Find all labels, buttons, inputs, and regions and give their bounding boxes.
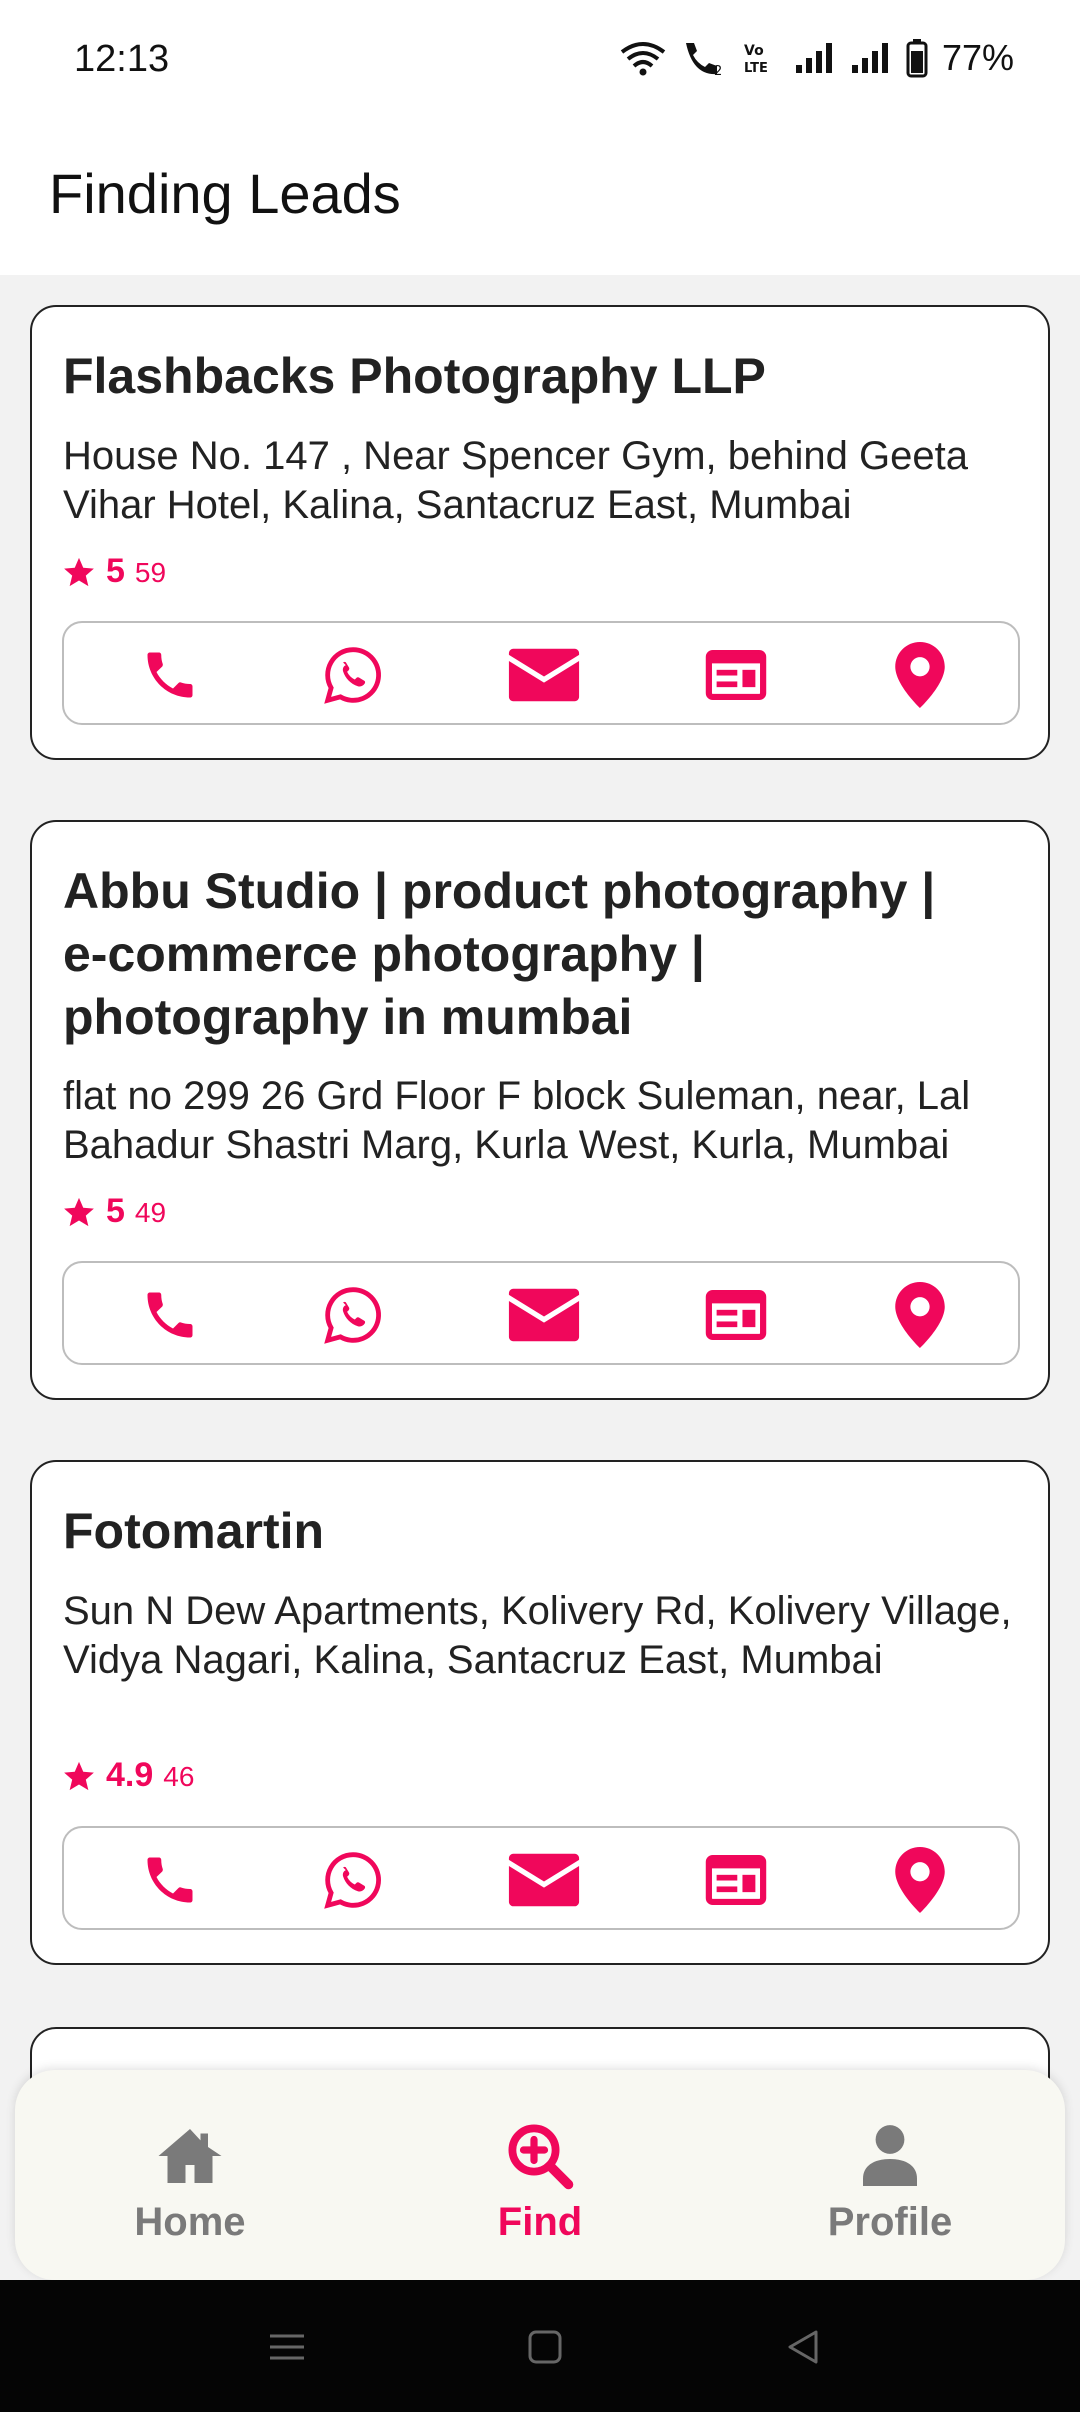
lead-actions <box>62 621 1020 725</box>
location-icon <box>895 642 945 708</box>
whatsapp-button[interactable] <box>319 1846 387 1914</box>
lead-rating: 5 59 <box>62 552 166 591</box>
call-button[interactable] <box>136 1281 204 1349</box>
nav-profile[interactable]: Profile <box>770 2120 1010 2260</box>
lead-rating: 4.9 46 <box>62 1756 194 1795</box>
lead-name: Flashbacks Photography LLP <box>63 348 766 404</box>
website-button[interactable] <box>702 1846 770 1914</box>
review-count: 49 <box>134 1197 167 1228</box>
bottom-navigation: Home Find Profile <box>15 2070 1065 2280</box>
user-icon <box>863 2125 917 2186</box>
location-button[interactable] <box>886 641 954 709</box>
email-icon <box>508 1288 580 1342</box>
home-icon <box>158 2129 222 2183</box>
location-button[interactable] <box>886 1846 954 1914</box>
star-icon <box>64 1761 94 1790</box>
battery-icon <box>906 39 928 78</box>
lead-address: House No. 147 , Near Spencer Gym, behind… <box>63 434 968 527</box>
phone-icon <box>147 1857 193 1903</box>
email-button[interactable] <box>506 1846 582 1914</box>
search-plus-icon <box>508 2124 574 2190</box>
lead-card[interactable]: Flashbacks Photography LLP House No. 147… <box>30 305 1050 760</box>
status-bar: 12:13 2 Vo LTE 77% <box>0 0 1080 125</box>
website-button[interactable] <box>702 641 770 709</box>
email-icon <box>508 648 580 702</box>
location-button[interactable] <box>886 1281 954 1349</box>
lead-name: Fotomartin <box>63 1503 325 1559</box>
lead-actions <box>62 1261 1020 1365</box>
whatsapp-button[interactable] <box>319 641 387 709</box>
whatsapp-icon <box>324 1852 381 1909</box>
email-button[interactable] <box>506 1281 582 1349</box>
phone-icon <box>147 1292 193 1338</box>
nav-home[interactable]: Home <box>70 2120 310 2260</box>
star-icon <box>64 1197 94 1226</box>
nav-profile-label: Profile <box>827 2200 953 2244</box>
lead-address: flat no 299 26 Grd Floor F block Suleman… <box>63 1074 971 1167</box>
call-button[interactable] <box>136 641 204 709</box>
signal-2-icon <box>851 43 888 73</box>
rating-value: 5 <box>106 1192 125 1230</box>
app-bar: Finding Leads <box>0 125 1080 275</box>
nav-home-label: Home <box>134 2200 246 2244</box>
review-count: 59 <box>134 557 167 588</box>
review-count: 46 <box>163 1761 195 1792</box>
status-icons: 2 Vo LTE 77% <box>620 36 1014 80</box>
email-button[interactable] <box>506 641 582 709</box>
whatsapp-button[interactable] <box>319 1281 387 1349</box>
website-icon <box>705 649 767 701</box>
battery-level: 77% <box>941 37 1014 78</box>
back-icon[interactable] <box>778 2322 828 2372</box>
wifi-calling-icon: 2 <box>685 43 722 77</box>
phone-icon <box>147 652 193 698</box>
menu-icon[interactable] <box>262 2322 312 2372</box>
nav-find-label: Find <box>497 2200 583 2244</box>
nav-find[interactable]: Find <box>420 2120 660 2260</box>
rating-value: 4.9 <box>106 1756 154 1794</box>
lead-card[interactable]: Abbu Studio | product photography | e-co… <box>30 820 1050 1400</box>
call-button[interactable] <box>136 1846 204 1914</box>
lead-actions <box>62 1826 1020 1930</box>
svg-text:2: 2 <box>714 64 722 77</box>
location-icon <box>895 1847 945 1913</box>
email-icon <box>508 1853 580 1907</box>
star-icon <box>64 557 94 586</box>
home-button-icon[interactable] <box>520 2322 570 2372</box>
volte-icon: Vo LTE <box>744 43 768 76</box>
website-icon <box>705 1854 767 1906</box>
lead-name: Abbu Studio | product photography | e-co… <box>63 863 936 1045</box>
lead-rating: 5 49 <box>62 1192 166 1231</box>
svg-text:LTE: LTE <box>744 61 768 76</box>
page-title: Finding Leads <box>49 162 401 225</box>
signal-1-icon <box>795 43 832 73</box>
system-navigation-bar <box>0 2280 1080 2412</box>
leads-list[interactable]: Flashbacks Photography LLP House No. 147… <box>0 275 1080 2085</box>
rating-value: 5 <box>106 552 125 590</box>
lead-address: Sun N Dew Apartments, Kolivery Rd, Koliv… <box>63 1589 1012 1682</box>
location-icon <box>895 1282 945 1348</box>
website-icon <box>705 1289 767 1341</box>
wifi-icon <box>620 42 666 76</box>
svg-text:Vo: Vo <box>744 43 764 59</box>
website-button[interactable] <box>702 1281 770 1349</box>
status-time: 12:13 <box>74 38 170 80</box>
whatsapp-icon <box>324 1287 381 1344</box>
lead-card[interactable]: Fotomartin Sun N Dew Apartments, Koliver… <box>30 1460 1050 1965</box>
whatsapp-icon <box>324 647 381 704</box>
